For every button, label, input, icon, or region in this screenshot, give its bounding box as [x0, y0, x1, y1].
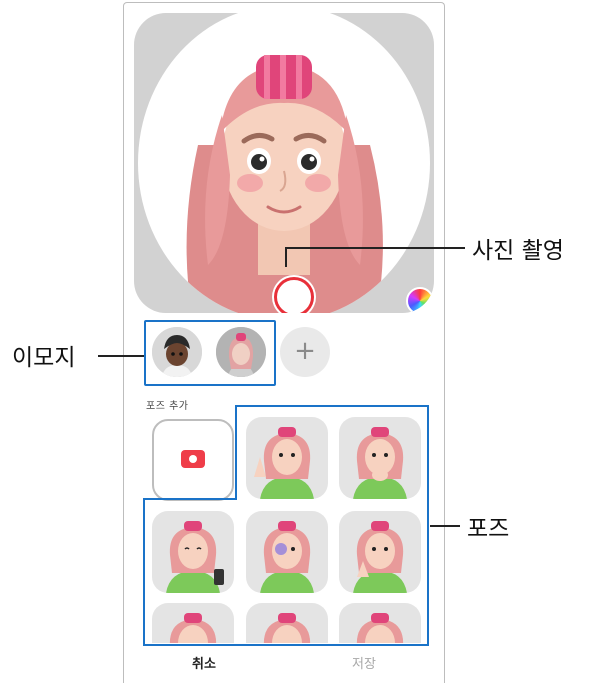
pose-grid — [142, 413, 432, 643]
bottom-action-bar: 취소 저장 — [124, 649, 444, 679]
pose-tile-1[interactable] — [246, 417, 328, 499]
pose-bracket-top — [235, 405, 428, 407]
pose-bracket-bottom — [143, 644, 429, 646]
color-picker-icon[interactable] — [406, 287, 434, 313]
pose-tile-5[interactable] — [339, 511, 421, 593]
pose-avatar-4-icon — [260, 521, 314, 593]
shutter-callout-label: 사진 촬영 — [472, 238, 564, 264]
shutter-callout-tick — [285, 247, 287, 267]
pose-tile-2[interactable] — [339, 417, 421, 499]
pose-avatar-3-icon — [166, 521, 224, 593]
pose-bracket-step — [143, 498, 237, 500]
shutter-button[interactable] — [274, 277, 314, 313]
shutter-callout-line — [285, 247, 465, 249]
pose-avatar-5-icon — [353, 521, 407, 593]
pose-section-title: 포즈 추가 — [146, 401, 189, 412]
pose-tile-8[interactable] — [339, 603, 421, 643]
avatar-preview-circle — [138, 13, 430, 313]
add-pose-button[interactable] — [152, 419, 234, 501]
pose-bracket-left — [143, 498, 145, 646]
pose-bracket-right — [427, 405, 429, 646]
pose-avatar-1-icon — [254, 427, 314, 499]
emoji-highlight-bracket — [144, 320, 276, 386]
pose-avatar-2-icon — [353, 427, 407, 499]
camera-icon — [181, 450, 205, 468]
cancel-button[interactable]: 취소 — [144, 653, 264, 672]
poses-callout-label: 포즈 — [467, 516, 510, 542]
pose-avatar-6-icon — [169, 613, 217, 643]
poses-callout-line — [430, 525, 460, 527]
pose-tile-3[interactable] — [152, 511, 234, 593]
pose-avatar-7-icon — [263, 613, 311, 643]
save-button[interactable]: 저장 — [304, 653, 424, 672]
add-emoji-button[interactable]: + — [280, 327, 330, 377]
pose-tile-7[interactable] — [246, 603, 328, 643]
pose-tile-4[interactable] — [246, 511, 328, 593]
avatar-illustration — [186, 55, 383, 313]
pose-tile-6[interactable] — [152, 603, 234, 643]
emoji-callout-label: 이모지 — [12, 345, 76, 371]
pose-bracket-inner-vertical — [235, 405, 237, 499]
camera-preview — [134, 13, 434, 313]
emoji-callout-line — [98, 355, 144, 357]
pose-avatar-8-icon — [356, 613, 404, 643]
